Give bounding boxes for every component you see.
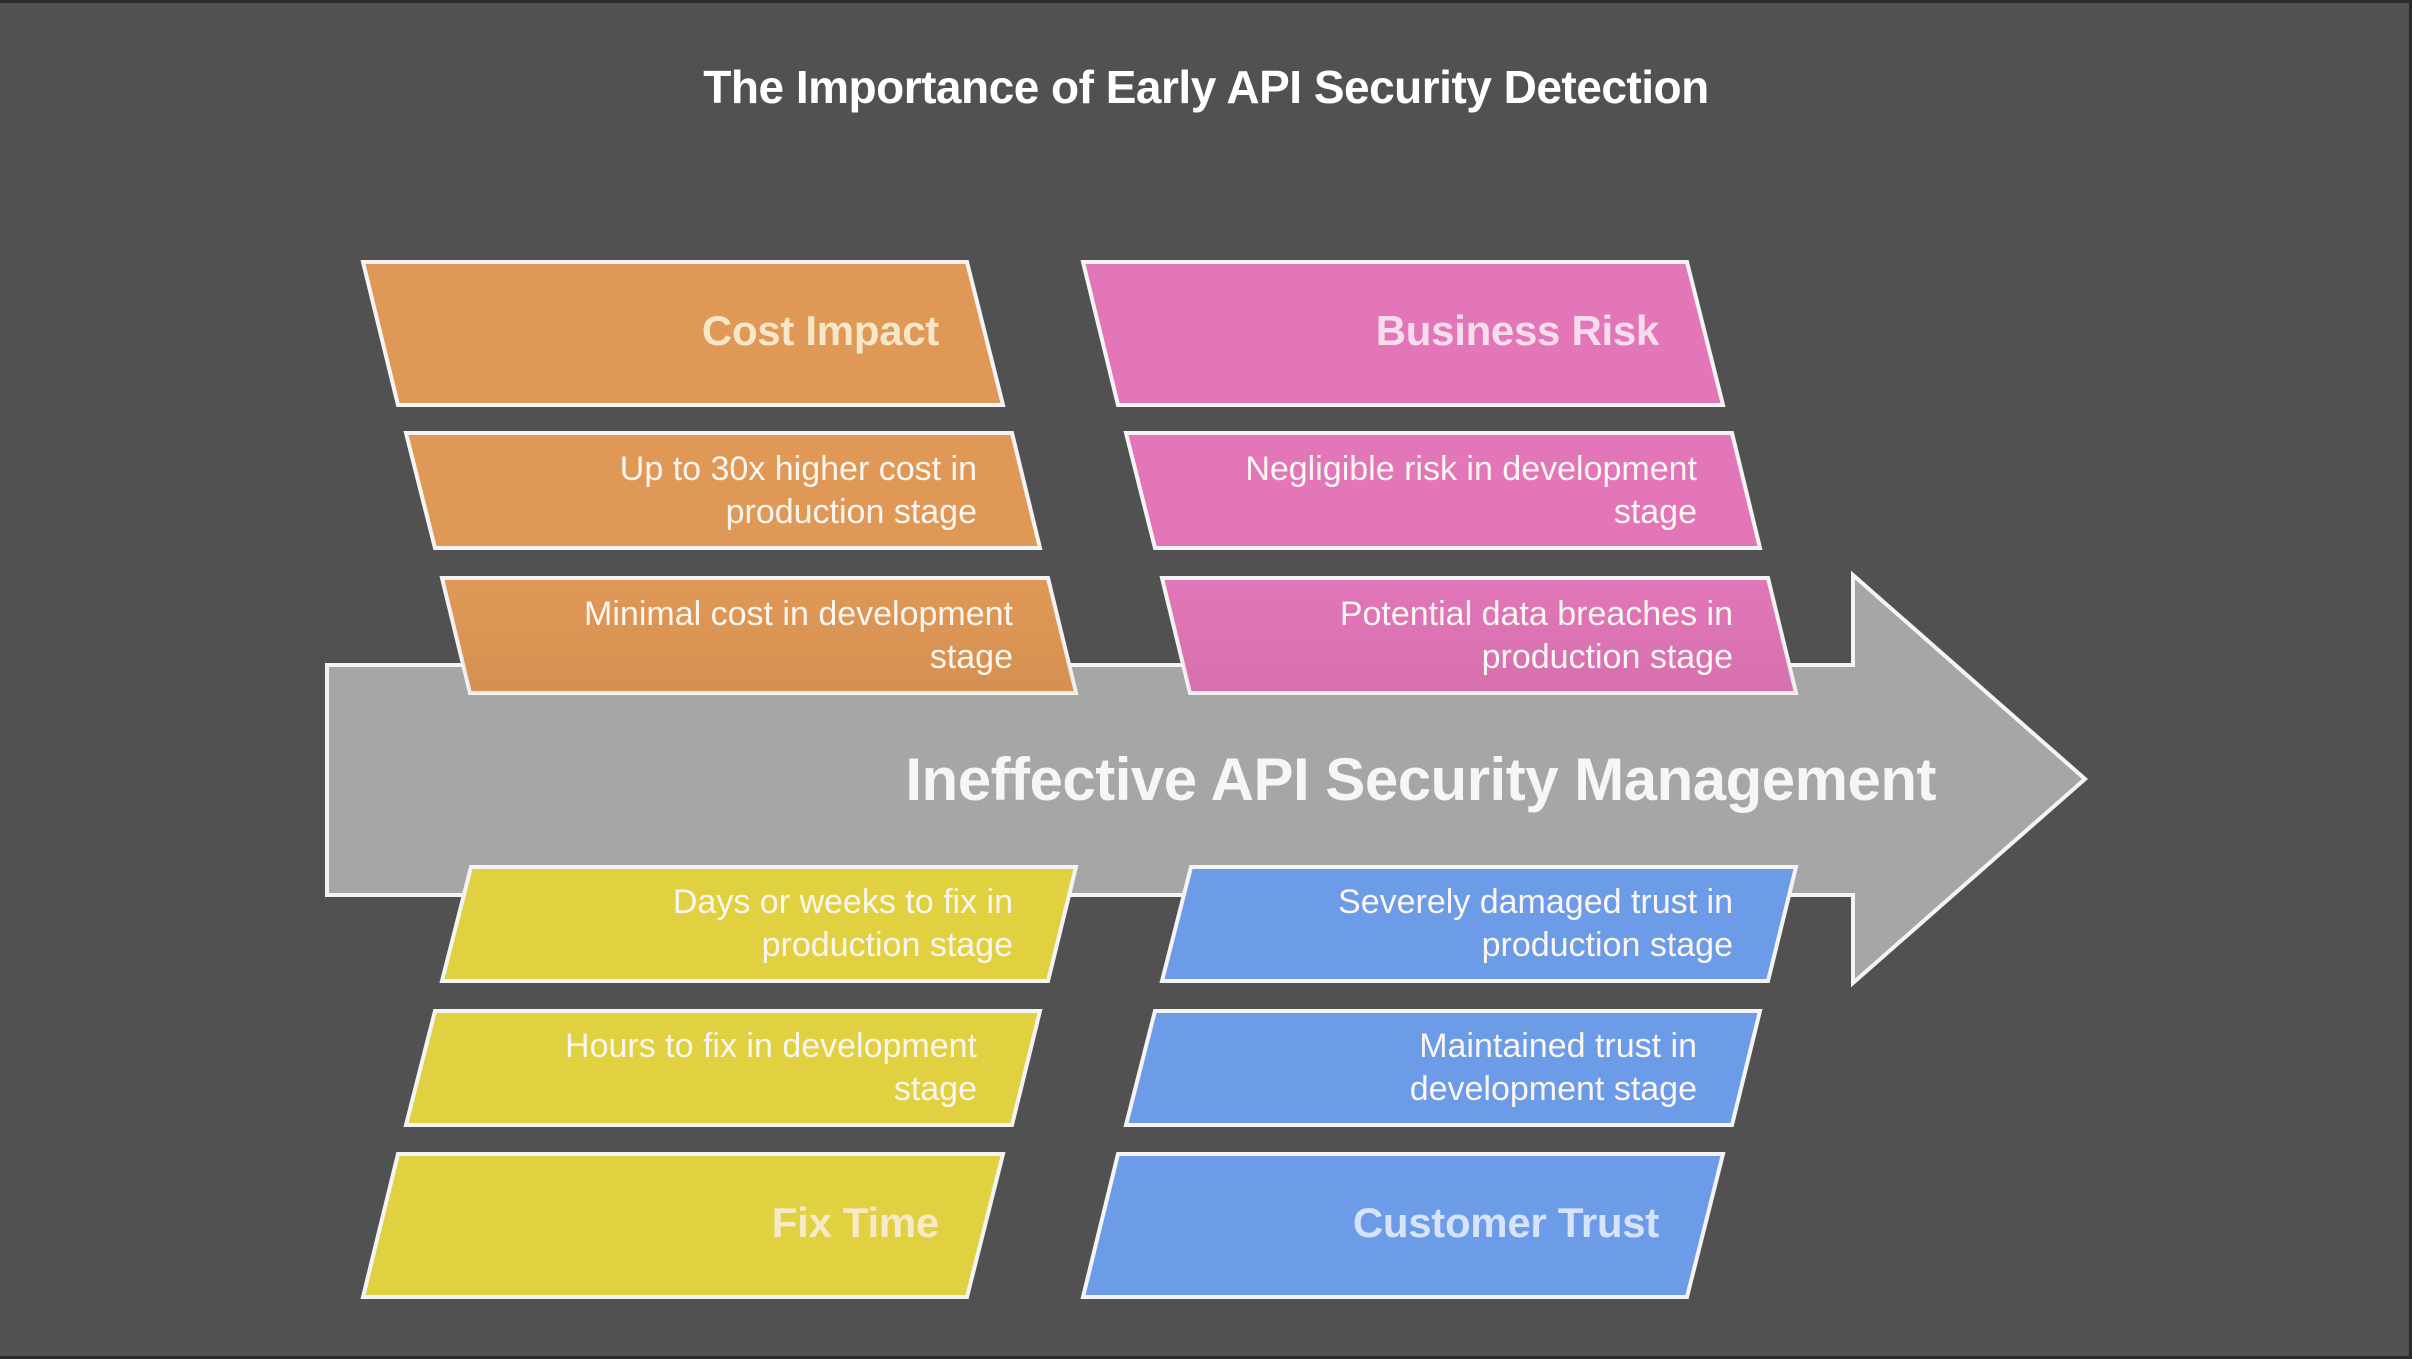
- fix-time-item-text: Days or weeks to fix in production stage: [673, 881, 1013, 967]
- cost-impact-header: Cost Impact: [701, 306, 939, 354]
- item-text-line: Up to 30x higher cost in: [619, 449, 977, 488]
- item-text-line: Minimal cost in development: [584, 594, 1013, 633]
- business-risk-item-text: Negligible risk in development stage: [1245, 448, 1697, 534]
- customer-trust-item-text: Maintained trust in development stage: [1410, 1025, 1697, 1111]
- item-text-line: Potential data breaches in: [1339, 594, 1733, 633]
- item-text-line: stage: [929, 637, 1013, 676]
- customer-trust-item-text: Severely damaged trust in production stag…: [1338, 881, 1733, 967]
- item-text-line: production stage: [761, 926, 1013, 964]
- item-text-line: production stage: [725, 492, 977, 531]
- item-text-line: Days or weeks to fix in: [672, 883, 1013, 921]
- fix-time-header: Fix Time: [771, 1198, 940, 1246]
- cost-impact-item-text: Minimal cost in development stage: [584, 593, 1013, 679]
- item-text-line: production stage: [1481, 637, 1733, 676]
- item-text-line: development stage: [1409, 1070, 1697, 1108]
- fix-time-item-text: Hours to fix in development stage: [565, 1025, 977, 1111]
- item-text-line: Negligible risk in development: [1245, 449, 1697, 488]
- business-risk-header: Business Risk: [1375, 306, 1660, 354]
- item-text-line: Maintained trust in: [1419, 1027, 1697, 1065]
- item-text-line: stage: [1613, 492, 1697, 531]
- customer-trust-header: Customer Trust: [1352, 1198, 1659, 1246]
- business-risk-item-text: Potential data breaches in production sta…: [1340, 593, 1733, 679]
- spine-label: Ineffective API Security Management: [905, 746, 1936, 813]
- fishbone-diagram: [325, 260, 2089, 1299]
- item-text-line: Severely damaged trust in: [1338, 883, 1733, 921]
- item-text-line: production stage: [1481, 926, 1733, 964]
- cost-impact-item-text: Up to 30x higher cost in production stage: [620, 448, 977, 534]
- diagram-title: The Importance of Early API Security Det…: [703, 61, 1709, 113]
- item-text-line: Hours to fix in development: [565, 1027, 977, 1065]
- item-text-line: stage: [893, 1070, 977, 1108]
